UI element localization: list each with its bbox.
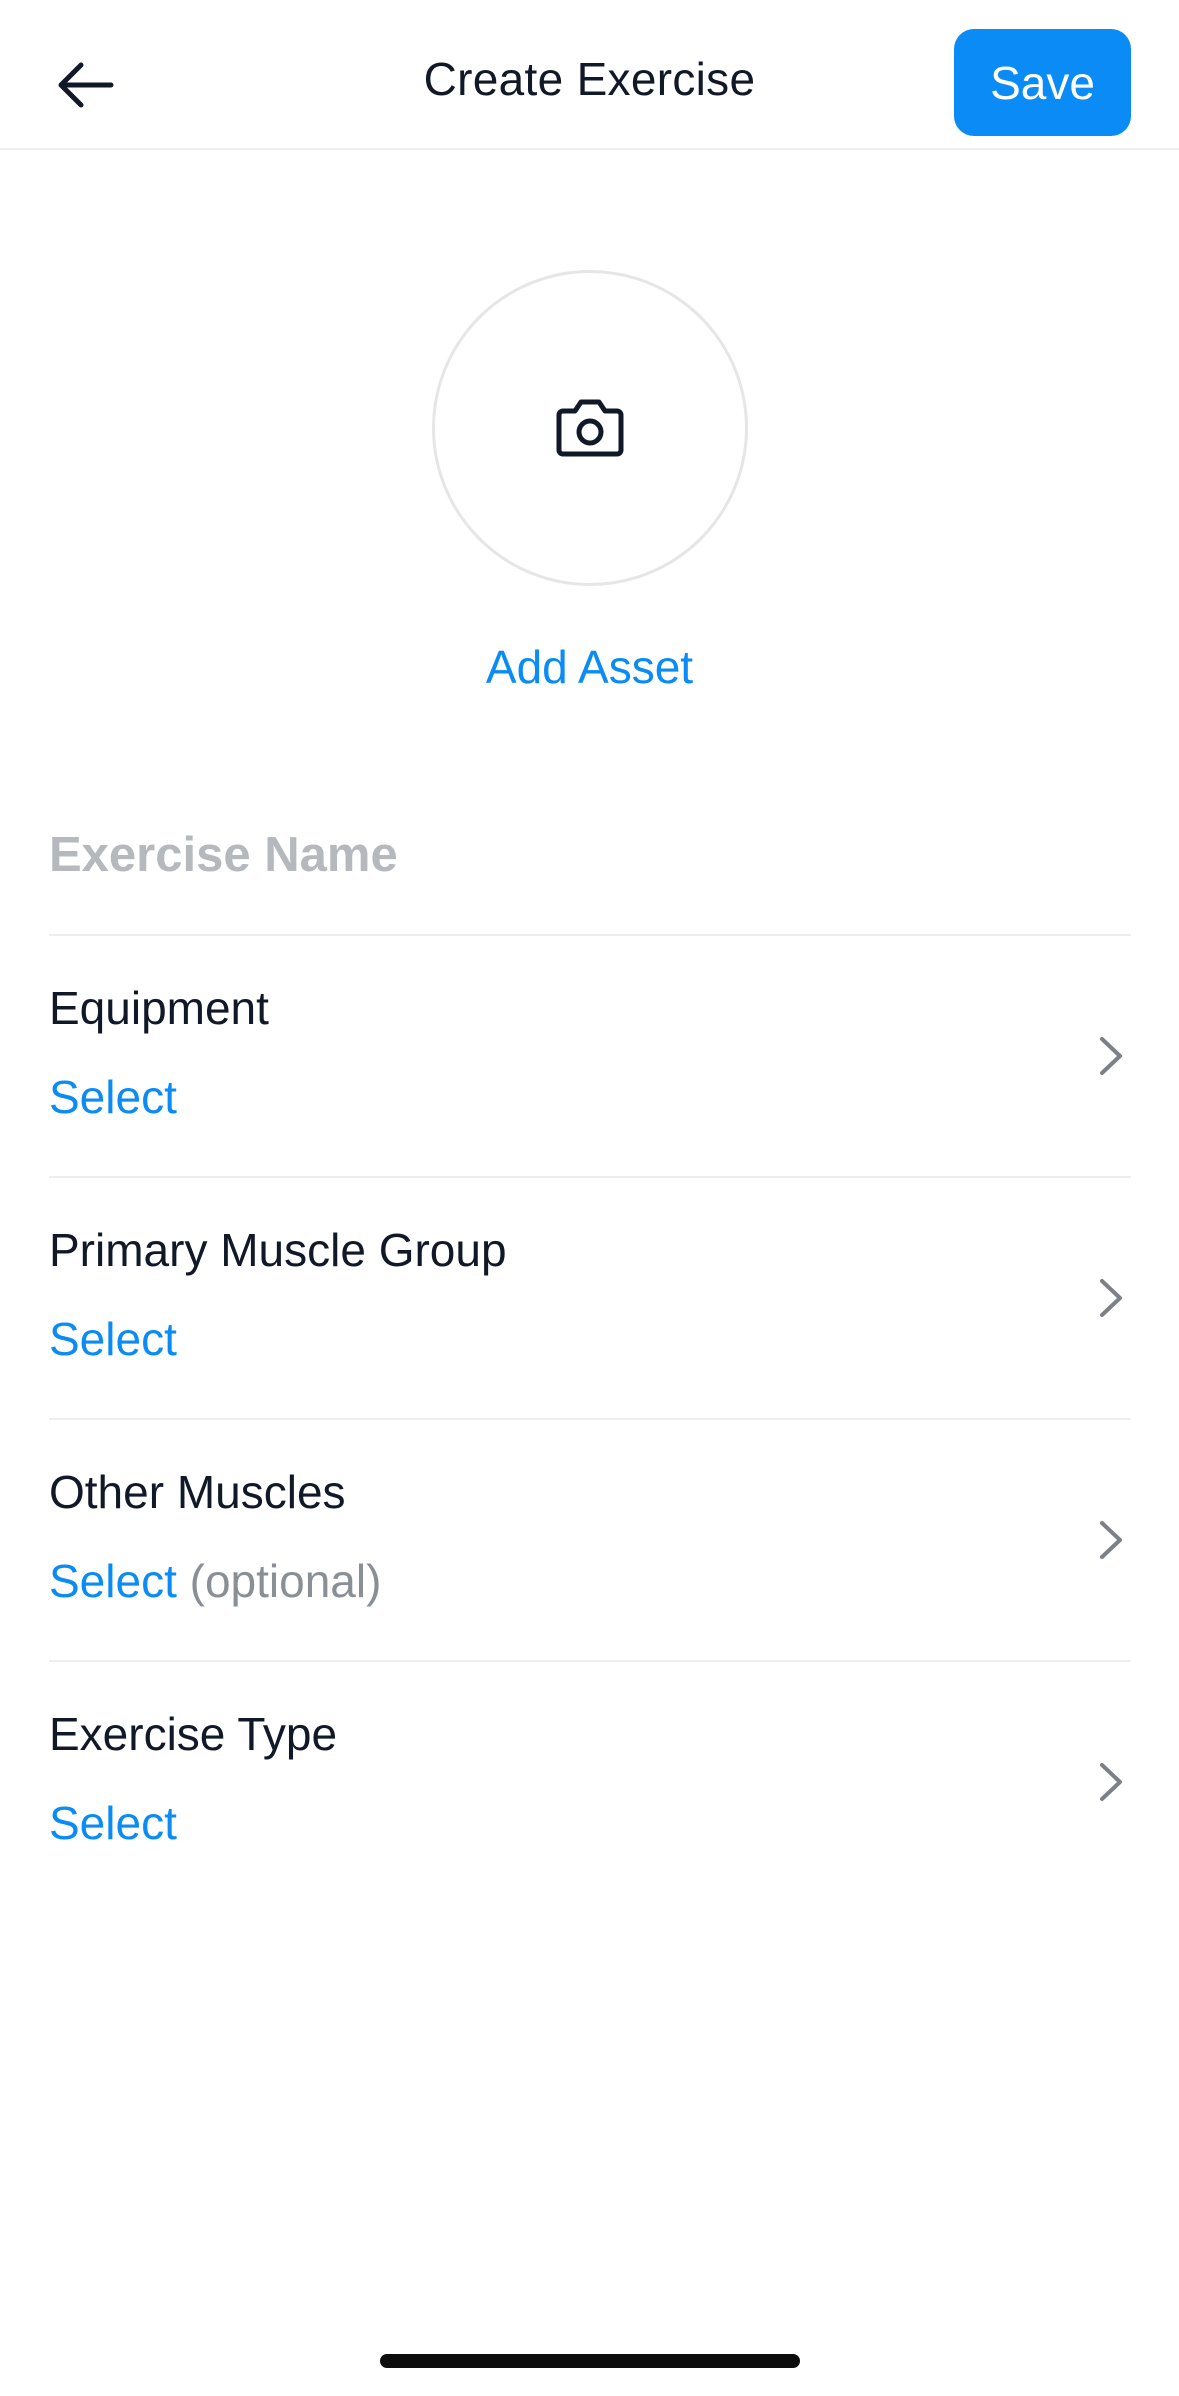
row-value: Select (optional) xyxy=(49,1554,381,1608)
row-label: Other Muscles xyxy=(49,1466,346,1518)
chevron-right-icon xyxy=(1091,1031,1131,1081)
row-value: Select xyxy=(49,1796,177,1850)
chevron-right-icon xyxy=(1091,1273,1131,1323)
add-asset-link[interactable]: Add Asset xyxy=(0,640,1179,694)
exercise-type-row[interactable]: Exercise Type Select xyxy=(49,1662,1131,1902)
select-link[interactable]: Select xyxy=(49,1797,177,1849)
chevron-right-icon xyxy=(1091,1515,1131,1565)
other-muscles-row[interactable]: Other Muscles Select (optional) xyxy=(49,1420,1131,1660)
row-label: Equipment xyxy=(49,982,269,1034)
row-label: Exercise Type xyxy=(49,1708,338,1760)
select-link[interactable]: Select xyxy=(49,1555,177,1607)
add-asset-circle[interactable] xyxy=(432,270,748,586)
equipment-row[interactable]: Equipment Select xyxy=(49,936,1131,1176)
select-link[interactable]: Select xyxy=(49,1071,177,1123)
home-indicator[interactable] xyxy=(380,2354,800,2368)
row-value: Select xyxy=(49,1070,177,1124)
primary-muscle-group-row[interactable]: Primary Muscle Group Select xyxy=(49,1178,1131,1418)
save-button[interactable]: Save xyxy=(954,29,1131,136)
row-value: Select xyxy=(49,1312,177,1366)
chevron-right-icon xyxy=(1091,1757,1131,1807)
exercise-name-input[interactable] xyxy=(49,810,1131,900)
camera-icon xyxy=(556,399,624,457)
optional-hint: (optional) xyxy=(189,1555,382,1607)
header-bar: Create Exercise Save xyxy=(0,0,1179,150)
row-label: Primary Muscle Group xyxy=(49,1224,507,1276)
select-link[interactable]: Select xyxy=(49,1313,177,1365)
create-exercise-screen: Create Exercise Save Add Asset Equipment… xyxy=(0,0,1179,2396)
